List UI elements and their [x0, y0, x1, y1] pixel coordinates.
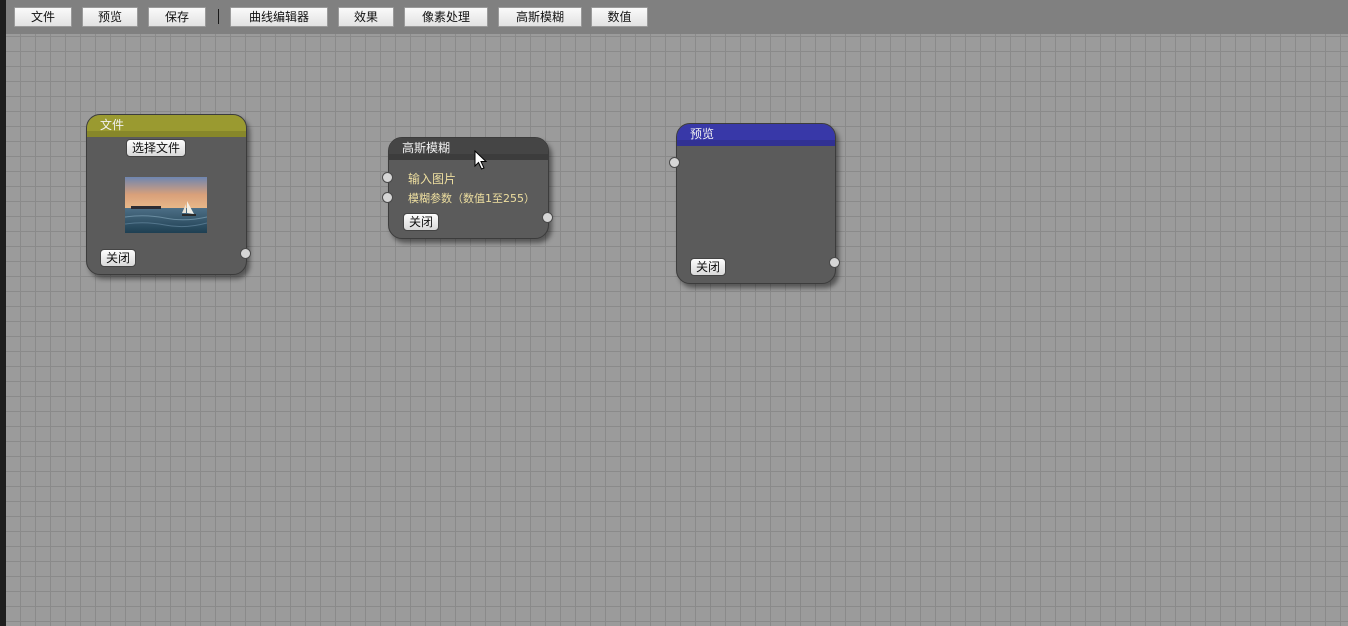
choose-file-button[interactable]: 选择文件 — [126, 139, 187, 157]
image-thumbnail — [125, 177, 207, 233]
preview-node-close-button[interactable]: 关闭 — [690, 258, 727, 276]
header-shade — [87, 131, 246, 137]
file-button[interactable]: 文件 — [14, 7, 72, 27]
preview-node-title: 预览 — [690, 127, 715, 141]
blur-node-header[interactable]: 高斯模糊 — [389, 138, 548, 160]
input-image-label: 输入图片 — [408, 172, 457, 186]
blur-output-port[interactable] — [542, 212, 553, 223]
mouse-cursor-icon — [474, 150, 488, 170]
preview-input-port[interactable] — [669, 157, 680, 168]
file-node[interactable]: 文件 选择文件 关闭 — [86, 114, 247, 275]
save-button[interactable]: 保存 — [148, 7, 206, 27]
blur-parameter-port[interactable] — [382, 192, 393, 203]
curve-editor-button[interactable]: 曲线编辑器 — [230, 7, 328, 27]
gaussian-blur-node[interactable]: 高斯模糊 输入图片 模糊参数（数值1至255） 关闭 — [388, 137, 549, 239]
file-node-header[interactable]: 文件 — [87, 115, 246, 137]
sailboat-image — [125, 177, 207, 233]
blur-parameter-label: 模糊参数（数值1至255） — [408, 192, 535, 205]
blur-node-title: 高斯模糊 — [402, 141, 451, 155]
pixel-processing-button[interactable]: 像素处理 — [404, 7, 488, 27]
file-node-title: 文件 — [100, 118, 125, 132]
toolbar: 文件 预览 保存 曲线编辑器 效果 像素处理 高斯模糊 数值 — [0, 0, 1348, 34]
file-output-port[interactable] — [240, 248, 251, 259]
preview-button[interactable]: 预览 — [82, 7, 138, 27]
header-shade — [677, 140, 835, 146]
file-node-close-button[interactable]: 关闭 — [100, 249, 137, 267]
gaussian-blur-button[interactable]: 高斯模糊 — [498, 7, 582, 27]
toolbar-separator — [218, 9, 219, 24]
preview-node-header[interactable]: 预览 — [677, 124, 835, 146]
preview-node[interactable]: 预览 关闭 — [676, 123, 836, 284]
preview-output-port[interactable] — [829, 257, 840, 268]
input-image-port[interactable] — [382, 172, 393, 183]
blur-node-close-button[interactable]: 关闭 — [403, 213, 440, 231]
effects-button[interactable]: 效果 — [338, 7, 394, 27]
value-button[interactable]: 数值 — [591, 7, 648, 27]
header-shade — [389, 154, 548, 160]
